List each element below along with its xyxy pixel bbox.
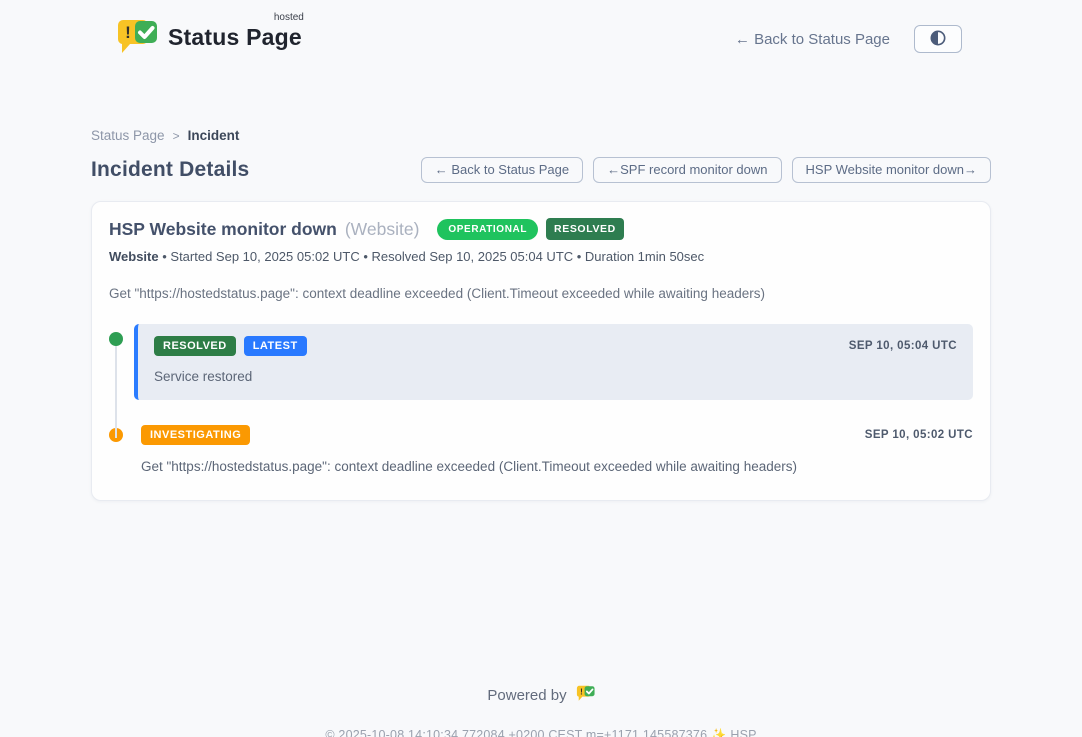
powered-by-logo-icon[interactable]: !: [576, 684, 595, 707]
timeline-message: Get "https://hostedstatus.page": context…: [141, 459, 973, 474]
breadcrumb-separator: >: [173, 129, 180, 143]
breadcrumb: Status Page > Incident: [91, 128, 991, 143]
incident-nav-buttons: ← Back to Status Page ←SPF record monito…: [421, 157, 991, 183]
timeline-item-resolved: RESOLVED LATEST SEP 10, 05:04 UTC Servic…: [109, 324, 973, 400]
brand-name: Status Page: [168, 24, 302, 50]
timeline-item-investigating: INVESTIGATING SEP 10, 05:02 UTC Get "htt…: [109, 425, 973, 474]
investigating-badge: INVESTIGATING: [141, 425, 250, 445]
back-to-status-page-button[interactable]: ← Back to Status Page: [421, 157, 583, 183]
breadcrumb-status-page[interactable]: Status Page: [91, 128, 165, 143]
latest-badge: LATEST: [244, 336, 307, 356]
timeline-message: Service restored: [154, 369, 957, 384]
next-incident-button[interactable]: HSP Website monitor down→: [792, 157, 991, 183]
header: ! Status Page hosted ← Back to Status Pa…: [0, 0, 1082, 62]
main-content: Status Page > Incident Incident Details …: [91, 128, 991, 737]
svg-text:!: !: [125, 23, 131, 42]
timeline-timestamp: SEP 10, 05:04 UTC: [849, 340, 957, 352]
brand-superscript: hosted: [274, 12, 304, 23]
svg-text:!: !: [580, 687, 583, 696]
incident-timeline: RESOLVED LATEST SEP 10, 05:04 UTC Servic…: [109, 324, 973, 474]
brand-logo[interactable]: ! Status Page hosted: [116, 16, 302, 63]
incident-meta-details: • Started Sep 10, 2025 05:02 UTC • Resol…: [162, 249, 704, 264]
incident-title: HSP Website monitor down: [109, 219, 337, 240]
operational-status-badge: OPERATIONAL: [437, 219, 538, 240]
breadcrumb-incident: Incident: [188, 128, 240, 143]
incident-component: (Website): [345, 219, 420, 240]
resolved-badge: RESOLVED: [154, 336, 236, 356]
copyright-text: © 2025-10-08 14:10:34.772084 +0200 CEST …: [91, 728, 991, 737]
incident-meta: Website • Started Sep 10, 2025 05:02 UTC…: [109, 249, 973, 264]
page-title: Incident Details: [91, 158, 249, 182]
resolved-status-badge: RESOLVED: [546, 218, 624, 240]
timeline-timestamp: SEP 10, 05:02 UTC: [865, 429, 973, 441]
timeline-dot-resolved: [109, 332, 123, 346]
statuspage-logo-icon: !: [116, 16, 158, 63]
half-circle-contrast-icon: [928, 28, 948, 51]
incident-description: Get "https://hostedstatus.page": context…: [109, 286, 973, 301]
header-back-link[interactable]: ← Back to Status Page: [735, 31, 890, 48]
incident-meta-component: Website: [109, 249, 159, 264]
prev-incident-button[interactable]: ←SPF record monitor down: [593, 157, 781, 183]
powered-by-label: Powered by: [487, 687, 566, 704]
incident-card: HSP Website monitor down (Website) OPERA…: [91, 201, 991, 501]
timeline-entry-resolved: RESOLVED LATEST SEP 10, 05:04 UTC Servic…: [134, 324, 973, 400]
theme-toggle-button[interactable]: [914, 25, 962, 53]
footer: Powered by ! © 2025-10-08 14:10:34.77208…: [91, 684, 991, 737]
